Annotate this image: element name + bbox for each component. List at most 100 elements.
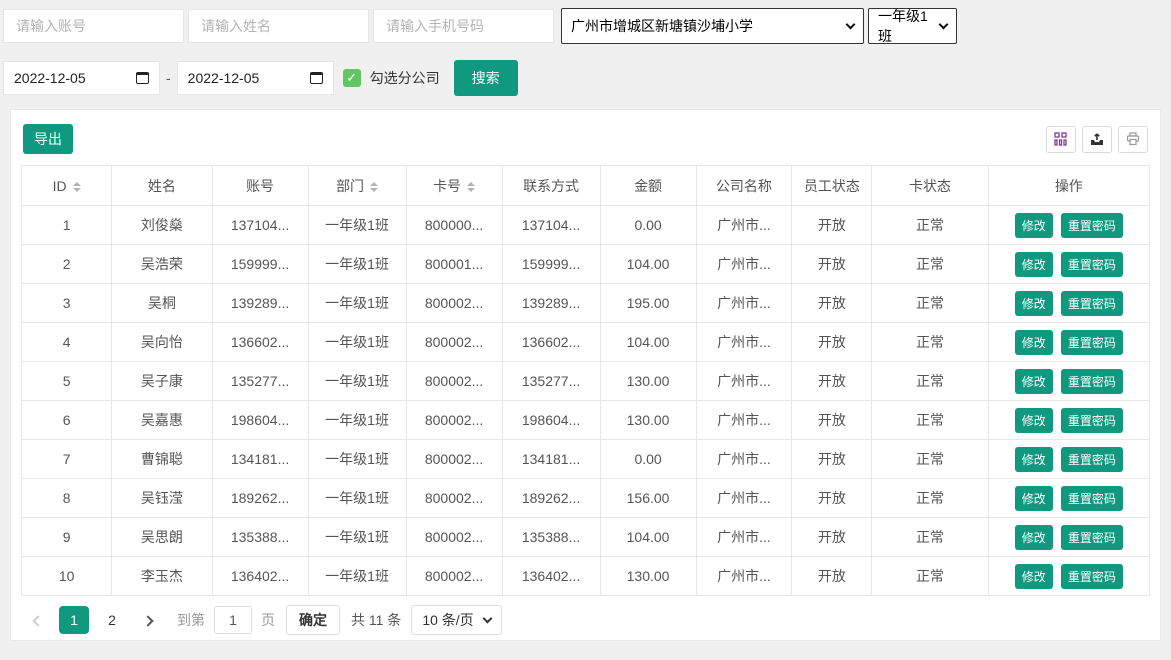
edit-button[interactable]: 修改: [1015, 330, 1053, 355]
sort-icon[interactable]: [467, 182, 475, 192]
confirm-button[interactable]: 确定: [286, 605, 340, 635]
cell-card_status: 正常: [872, 557, 988, 596]
reset-password-button[interactable]: 重置密码: [1061, 408, 1123, 433]
column-header: 员工状态: [792, 166, 872, 206]
search-button[interactable]: 搜索: [454, 60, 518, 96]
edit-button[interactable]: 修改: [1015, 564, 1053, 589]
calendar-icon[interactable]: [136, 72, 149, 84]
cell-card: 800002...: [406, 401, 502, 440]
account-input[interactable]: [3, 9, 184, 43]
column-header[interactable]: ID: [22, 166, 112, 206]
cell-contact: 189262...: [502, 479, 600, 518]
next-page-button[interactable]: [131, 612, 165, 628]
edit-button[interactable]: 修改: [1015, 408, 1053, 433]
phone-input[interactable]: [373, 9, 554, 43]
prev-page-button[interactable]: [21, 612, 55, 628]
cell-card: 800000...: [406, 206, 502, 245]
cell-account: 198604...: [212, 401, 308, 440]
cell-card_status: 正常: [872, 206, 988, 245]
edit-button[interactable]: 修改: [1015, 486, 1053, 511]
cell-card: 800002...: [406, 518, 502, 557]
cell-actions: 修改重置密码: [988, 206, 1149, 245]
cell-actions: 修改重置密码: [988, 323, 1149, 362]
edit-button[interactable]: 修改: [1015, 525, 1053, 550]
column-label: 姓名: [148, 178, 176, 194]
table-row: 6吴嘉惠198604...一年级1班800002...198604...130.…: [22, 401, 1150, 440]
cell-emp_status: 开放: [792, 323, 872, 362]
edit-button[interactable]: 修改: [1015, 369, 1053, 394]
column-header: 操作: [988, 166, 1149, 206]
cell-emp_status: 开放: [792, 518, 872, 557]
sort-icon[interactable]: [370, 182, 378, 192]
edit-button[interactable]: 修改: [1015, 213, 1053, 238]
chevron-left-icon: [32, 615, 43, 626]
reset-password-button[interactable]: 重置密码: [1061, 291, 1123, 316]
cell-id: 4: [22, 323, 112, 362]
reset-password-button[interactable]: 重置密码: [1061, 213, 1123, 238]
column-header[interactable]: 部门: [308, 166, 406, 206]
reset-password-button[interactable]: 重置密码: [1061, 369, 1123, 394]
cell-id: 10: [22, 557, 112, 596]
filter-area: 广州市增城区新塘镇沙埔小学 一年级1班 2022-12-05 - 2022-12…: [0, 0, 1171, 96]
chevron-down-icon: [482, 613, 492, 623]
table-row: 8吴钰滢189262...一年级1班800002...189262...156.…: [22, 479, 1150, 518]
cell-name: 吴浩荣: [112, 245, 212, 284]
name-input[interactable]: [188, 9, 369, 43]
cell-company: 广州市...: [696, 362, 792, 401]
cell-company: 广州市...: [696, 284, 792, 323]
reset-password-button[interactable]: 重置密码: [1061, 330, 1123, 355]
print-button[interactable]: [1118, 126, 1148, 153]
cell-account: 139289...: [212, 284, 308, 323]
calendar-icon[interactable]: [310, 72, 323, 84]
chevron-down-icon: [846, 19, 856, 29]
cell-name: 吴嘉惠: [112, 401, 212, 440]
cell-amount: 104.00: [600, 323, 696, 362]
cell-department: 一年级1班: [308, 206, 406, 245]
cell-card: 800002...: [406, 323, 502, 362]
table-row: 4吴向怡136602...一年级1班800002...136602...104.…: [22, 323, 1150, 362]
cell-contact: 136602...: [502, 323, 600, 362]
table-wrap: ID姓名账号部门卡号联系方式金额公司名称员工状态卡状态操作 1刘俊燊137104…: [11, 165, 1160, 596]
goto-page-input[interactable]: [214, 606, 252, 634]
sort-icon[interactable]: [73, 182, 81, 192]
column-label: 金额: [634, 178, 662, 194]
cell-company: 广州市...: [696, 323, 792, 362]
column-label: 公司名称: [716, 178, 772, 194]
toggle-columns-button[interactable]: [1046, 126, 1076, 153]
column-label: 账号: [246, 178, 274, 194]
cell-department: 一年级1班: [308, 479, 406, 518]
cell-contact: 135388...: [502, 518, 600, 557]
reset-password-button[interactable]: 重置密码: [1061, 252, 1123, 277]
date-to-value: 2022-12-05: [188, 70, 260, 86]
cell-department: 一年级1班: [308, 401, 406, 440]
reset-password-button[interactable]: 重置密码: [1061, 525, 1123, 550]
page-button-1[interactable]: 1: [59, 606, 89, 634]
reset-password-button[interactable]: 重置密码: [1061, 564, 1123, 589]
page-button-2[interactable]: 2: [97, 606, 127, 634]
export-button[interactable]: 导出: [23, 124, 73, 154]
school-select[interactable]: 广州市增城区新塘镇沙埔小学: [561, 8, 864, 44]
page-size-select[interactable]: 10 条/页: [411, 605, 501, 635]
goto-prefix: 到第: [177, 610, 205, 630]
print-icon: [1126, 132, 1140, 146]
edit-button[interactable]: 修改: [1015, 291, 1053, 316]
date-from-input[interactable]: 2022-12-05: [3, 61, 160, 95]
cell-actions: 修改重置密码: [988, 362, 1149, 401]
column-header[interactable]: 卡号: [406, 166, 502, 206]
edit-button[interactable]: 修改: [1015, 447, 1053, 472]
class-select[interactable]: 一年级1班: [868, 8, 957, 44]
edit-button[interactable]: 修改: [1015, 252, 1053, 277]
table-row: 10李玉杰136402...一年级1班800002...136402...130…: [22, 557, 1150, 596]
date-to-input[interactable]: 2022-12-05: [177, 61, 334, 95]
export-file-button[interactable]: [1082, 126, 1112, 153]
cell-id: 1: [22, 206, 112, 245]
reset-password-button[interactable]: 重置密码: [1061, 447, 1123, 472]
branch-checkbox[interactable]: ✓: [343, 69, 361, 87]
cell-actions: 修改重置密码: [988, 401, 1149, 440]
cell-name: 吴向怡: [112, 323, 212, 362]
reset-password-button[interactable]: 重置密码: [1061, 486, 1123, 511]
cell-department: 一年级1班: [308, 518, 406, 557]
column-label: 卡号: [433, 178, 461, 194]
cell-actions: 修改重置密码: [988, 440, 1149, 479]
chevron-right-icon: [142, 615, 153, 626]
